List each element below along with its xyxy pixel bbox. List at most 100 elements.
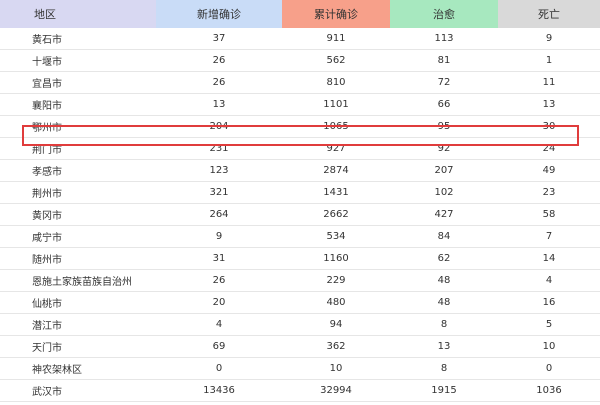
region-cell: 神农架林区 (0, 357, 156, 380)
deaths-cell: 4 (498, 269, 600, 292)
table-row[interactable]: 黄冈市 264 2662 427 58 (0, 203, 600, 226)
new-confirmed-cell: 69 (156, 335, 282, 358)
region-cell: 武汉市 (0, 379, 156, 402)
region-cell: 孝感市 (0, 159, 156, 182)
region-cell: 黄石市 (0, 28, 156, 50)
region-cell: 十堰市 (0, 49, 156, 72)
total-confirmed-cell: 94 (282, 313, 390, 336)
deaths-cell: 5 (498, 313, 600, 336)
total-confirmed-cell: 2874 (282, 159, 390, 182)
region-cell: 咸宁市 (0, 225, 156, 248)
cured-cell: 48 (390, 269, 498, 292)
table-row[interactable]: 荆州市 321 1431 102 23 (0, 181, 600, 204)
cured-cell: 427 (390, 203, 498, 226)
new-confirmed-cell: 13 (156, 93, 282, 116)
table-body: 黄石市 37 911 113 9 十堰市 26 562 81 1 宜昌市 26 810 72 11 襄阳市 13… (0, 28, 600, 402)
deaths-cell: 10 (498, 335, 600, 358)
header-cured[interactable]: 治愈 (390, 0, 498, 28)
new-confirmed-cell: 20 (156, 291, 282, 314)
region-cell: 黄冈市 (0, 203, 156, 226)
cured-cell: 8 (390, 357, 498, 380)
deaths-cell: 1036 (498, 379, 600, 402)
region-cell: 恩施土家族苗族自治州 (0, 269, 156, 292)
cured-cell: 1915 (390, 379, 498, 402)
new-confirmed-cell: 26 (156, 49, 282, 72)
table-row[interactable]: 孝感市 123 2874 207 49 (0, 159, 600, 182)
table-row[interactable]: 鄂州市 204 1065 95 30 (0, 115, 600, 138)
total-confirmed-cell: 32994 (282, 379, 390, 402)
new-confirmed-cell: 4 (156, 313, 282, 336)
total-confirmed-cell: 562 (282, 49, 390, 72)
table-row[interactable]: 宜昌市 26 810 72 11 (0, 71, 600, 94)
table-row[interactable]: 天门市 69 362 13 10 (0, 335, 600, 358)
region-cell: 天门市 (0, 335, 156, 358)
deaths-cell: 11 (498, 71, 600, 94)
header-deaths[interactable]: 死亡 (498, 0, 600, 28)
table-row[interactable]: 神农架林区 0 10 8 0 (0, 357, 600, 380)
table-row[interactable]: 咸宁市 9 534 84 7 (0, 225, 600, 248)
table-row[interactable]: 随州市 31 1160 62 14 (0, 247, 600, 270)
cured-cell: 95 (390, 115, 498, 138)
cured-cell: 13 (390, 335, 498, 358)
total-confirmed-cell: 927 (282, 137, 390, 160)
total-confirmed-cell: 1431 (282, 181, 390, 204)
table-row[interactable]: 潜江市 4 94 8 5 (0, 313, 600, 336)
cured-cell: 8 (390, 313, 498, 336)
new-confirmed-cell: 13436 (156, 379, 282, 402)
region-cell: 荆州市 (0, 181, 156, 204)
cured-cell: 84 (390, 225, 498, 248)
new-confirmed-cell: 231 (156, 137, 282, 160)
new-confirmed-cell: 123 (156, 159, 282, 182)
deaths-cell: 9 (498, 28, 600, 50)
total-confirmed-cell: 911 (282, 28, 390, 50)
table-header: 地区 新增确诊 累计确诊 治愈 死亡 (0, 0, 600, 28)
new-confirmed-cell: 204 (156, 115, 282, 138)
new-confirmed-cell: 26 (156, 71, 282, 94)
deaths-cell: 13 (498, 93, 600, 116)
table-row[interactable]: 仙桃市 20 480 48 16 (0, 291, 600, 314)
header-new-confirmed[interactable]: 新增确诊 (156, 0, 282, 28)
region-cell: 荆门市 (0, 137, 156, 160)
deaths-cell: 0 (498, 357, 600, 380)
table-row[interactable]: 武汉市 13436 32994 1915 1036 (0, 379, 600, 402)
cured-cell: 207 (390, 159, 498, 182)
header-region[interactable]: 地区 (0, 0, 156, 28)
total-confirmed-cell: 10 (282, 357, 390, 380)
table-row[interactable]: 十堰市 26 562 81 1 (0, 49, 600, 72)
total-confirmed-cell: 362 (282, 335, 390, 358)
deaths-cell: 49 (498, 159, 600, 182)
table-row[interactable]: 恩施土家族苗族自治州 26 229 48 4 (0, 269, 600, 292)
new-confirmed-cell: 26 (156, 269, 282, 292)
table-row[interactable]: 襄阳市 13 1101 66 13 (0, 93, 600, 116)
deaths-cell: 24 (498, 137, 600, 160)
table-row[interactable]: 黄石市 37 911 113 9 (0, 28, 600, 50)
total-confirmed-cell: 534 (282, 225, 390, 248)
cured-cell: 113 (390, 28, 498, 50)
cured-cell: 102 (390, 181, 498, 204)
table-row[interactable]: 荆门市 231 927 92 24 (0, 137, 600, 160)
new-confirmed-cell: 9 (156, 225, 282, 248)
cured-cell: 72 (390, 71, 498, 94)
new-confirmed-cell: 321 (156, 181, 282, 204)
new-confirmed-cell: 31 (156, 247, 282, 270)
region-cell: 襄阳市 (0, 93, 156, 116)
region-cell: 仙桃市 (0, 291, 156, 314)
new-confirmed-cell: 0 (156, 357, 282, 380)
new-confirmed-cell: 264 (156, 203, 282, 226)
region-cell: 宜昌市 (0, 71, 156, 94)
deaths-cell: 30 (498, 115, 600, 138)
deaths-cell: 1 (498, 49, 600, 72)
total-confirmed-cell: 1065 (282, 115, 390, 138)
new-confirmed-cell: 37 (156, 28, 282, 50)
cured-cell: 48 (390, 291, 498, 314)
epidemic-table: 地区 新增确诊 累计确诊 治愈 死亡 黄石市 37 911 113 9 十堰市 26 562 8… (0, 0, 600, 402)
deaths-cell: 14 (498, 247, 600, 270)
total-confirmed-cell: 1160 (282, 247, 390, 270)
deaths-cell: 7 (498, 225, 600, 248)
header-total-confirmed[interactable]: 累计确诊 (282, 0, 390, 28)
total-confirmed-cell: 2662 (282, 203, 390, 226)
cured-cell: 81 (390, 49, 498, 72)
cured-cell: 62 (390, 247, 498, 270)
deaths-cell: 23 (498, 181, 600, 204)
cured-cell: 92 (390, 137, 498, 160)
